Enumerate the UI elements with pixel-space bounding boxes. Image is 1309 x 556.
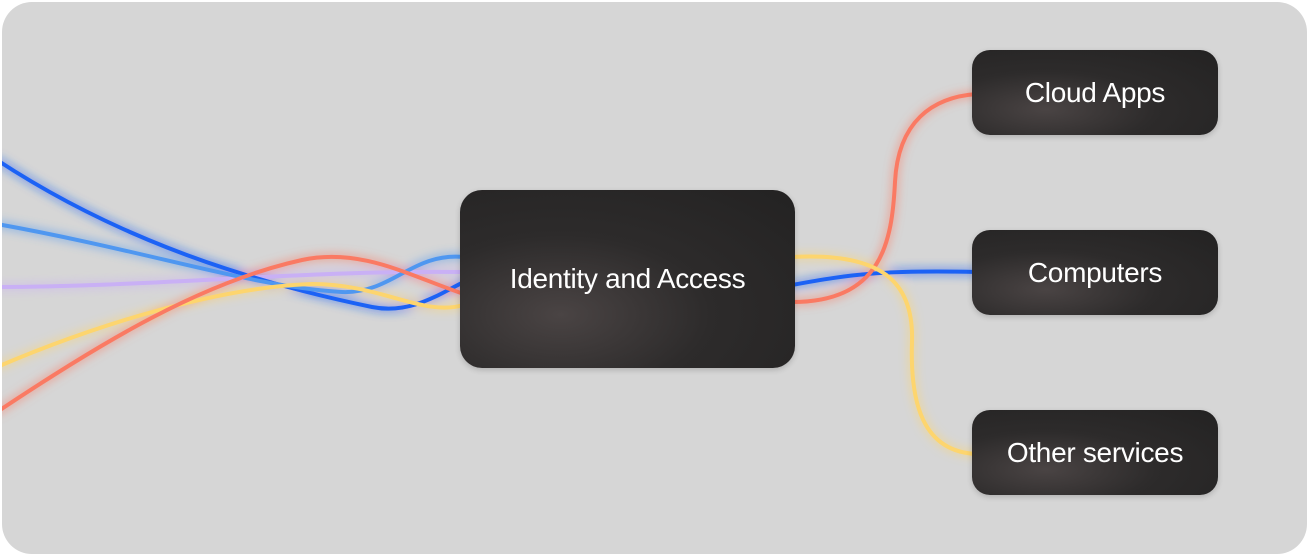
identity-and-access-label: Identity and Access <box>509 263 746 294</box>
identity-and-access-node: Identity and Access <box>460 190 795 368</box>
cloud-apps-label: Cloud Apps <box>1024 76 1166 108</box>
computers-node: Computers <box>972 230 1218 315</box>
other-services-label: Other services <box>1006 436 1184 468</box>
outgoing-line-other-services <box>790 254 979 456</box>
incoming-line-yellow <box>2 281 466 368</box>
diagram-canvas: Identity and Access Cloud Apps Computers… <box>2 2 1307 554</box>
other-services-node: Other services <box>972 410 1218 495</box>
cloud-apps-node: Cloud Apps <box>972 50 1218 135</box>
incoming-line-coral <box>2 254 466 412</box>
computers-label: Computers <box>1027 256 1163 288</box>
